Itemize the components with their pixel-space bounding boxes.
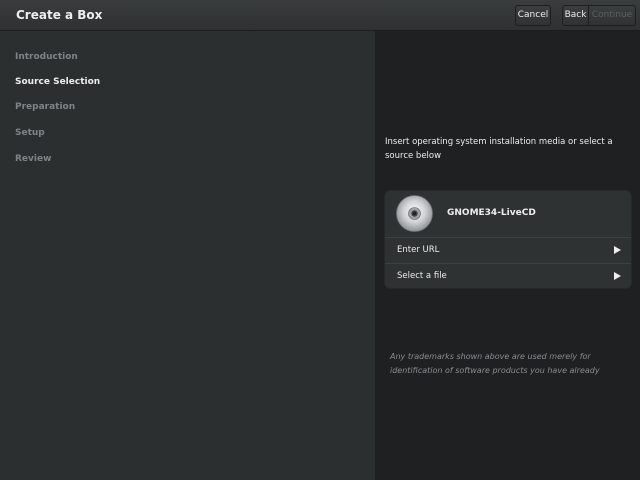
optical-disc-icon bbox=[396, 195, 433, 232]
arrow-right-icon bbox=[614, 246, 621, 254]
window-title: Create a Box bbox=[16, 8, 103, 22]
arrow-right-icon bbox=[614, 272, 621, 280]
step-setup: Setup bbox=[15, 128, 45, 138]
main-panel: Insert operating system installation med… bbox=[375, 31, 640, 480]
step-review: Review bbox=[15, 154, 52, 164]
source-list: GNOME34-LiveCD Enter URL Select a file bbox=[384, 190, 632, 289]
select-file-label: Select a file bbox=[397, 271, 447, 281]
header-bar: Create a Box Cancel Back Continue bbox=[0, 0, 640, 31]
media-source-row[interactable]: GNOME34-LiveCD bbox=[385, 191, 631, 238]
step-preparation: Preparation bbox=[15, 102, 76, 112]
source-prompt: Insert operating system installation med… bbox=[385, 137, 613, 161]
continue-button[interactable]: Continue bbox=[589, 5, 636, 26]
step-introduction: Introduction bbox=[15, 52, 78, 62]
wizard-sidebar: Introduction Source Selection Preparatio… bbox=[0, 31, 375, 480]
back-button[interactable]: Back bbox=[562, 5, 589, 26]
trademark-notice: Any trademarks shown above are used mere… bbox=[390, 352, 600, 375]
enter-url-row[interactable]: Enter URL bbox=[385, 238, 631, 264]
enter-url-label: Enter URL bbox=[397, 245, 440, 255]
step-source-selection: Source Selection bbox=[15, 77, 101, 87]
media-label: GNOME34-LiveCD bbox=[447, 208, 536, 218]
cancel-button[interactable]: Cancel bbox=[515, 5, 551, 26]
select-file-row[interactable]: Select a file bbox=[385, 264, 631, 288]
